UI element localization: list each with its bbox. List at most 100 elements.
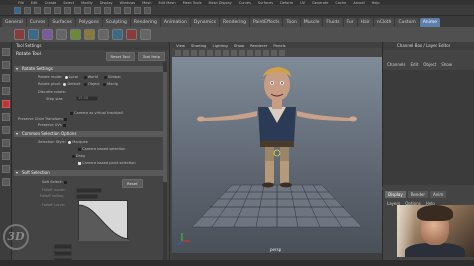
camera-select-icon[interactable] xyxy=(175,49,181,56)
shelf-tool-icon[interactable] xyxy=(84,29,95,40)
isolate-select-icon[interactable] xyxy=(279,49,285,56)
shelf-tab-rendering[interactable]: Rendering xyxy=(220,18,250,27)
menu-uv[interactable]: UV xyxy=(300,1,305,5)
shelf-tab-surfaces[interactable]: Surfaces xyxy=(49,18,75,27)
falloff-radius-field[interactable] xyxy=(76,194,98,199)
shelf-tab-dynamics[interactable]: Dynamics xyxy=(190,18,220,27)
camera-trackball-checkbox[interactable] xyxy=(70,111,73,115)
menu-generate[interactable]: Generate xyxy=(312,1,328,5)
shelf-tab-general[interactable]: General xyxy=(2,18,26,27)
shadows-icon[interactable] xyxy=(263,49,269,56)
radio-gimbal[interactable] xyxy=(103,75,107,79)
tab-display[interactable]: Display xyxy=(385,191,406,198)
shelf-tab-toon[interactable]: Toon xyxy=(283,18,300,27)
shelf-tab-fluids[interactable]: Fluids xyxy=(323,18,343,27)
soft-select-checkbox[interactable] xyxy=(63,180,67,184)
wireframe-icon[interactable] xyxy=(231,49,237,56)
radio-local[interactable] xyxy=(64,75,68,79)
select-by-object-icon[interactable] xyxy=(84,6,91,14)
soft-reset-button[interactable]: Reset xyxy=(122,179,143,188)
object-menu[interactable]: Object xyxy=(423,62,436,67)
ipr-render-icon[interactable] xyxy=(144,6,151,14)
shelf-tab-ncloth[interactable]: nCloth xyxy=(373,18,395,27)
redo-icon[interactable] xyxy=(64,6,71,14)
shelf-tab-rendering[interactable]: Rendering xyxy=(130,18,160,27)
shelf-tab-anime[interactable]: Anime xyxy=(419,18,441,27)
lights-icon[interactable] xyxy=(255,49,261,56)
edit-menu[interactable]: Edit xyxy=(411,62,419,67)
save-scene-icon[interactable] xyxy=(44,6,51,14)
viewport-menu-show[interactable]: Show xyxy=(234,43,244,48)
bookmark-icon[interactable] xyxy=(191,49,197,56)
shelf-tool-icon[interactable] xyxy=(70,29,81,40)
select-by-component-icon[interactable] xyxy=(94,6,101,14)
layout-graph-icon[interactable] xyxy=(1,178,10,186)
interpolation-field[interactable] xyxy=(54,244,72,249)
shelf-tool-icon[interactable] xyxy=(140,29,151,40)
shelf-tool-icon[interactable] xyxy=(42,29,53,40)
channels-menu[interactable]: Channels xyxy=(387,62,406,67)
menu-modify[interactable]: Modify xyxy=(81,1,93,5)
film-gate-icon[interactable] xyxy=(215,49,221,56)
radio-manip[interactable] xyxy=(103,82,107,86)
menu-mesh[interactable]: Mesh xyxy=(142,1,151,5)
scale-tool-icon[interactable] xyxy=(1,113,10,121)
shelf-tool-icon[interactable] xyxy=(98,29,109,40)
shelf-tab-custom[interactable]: Custom xyxy=(395,18,419,27)
undo-icon[interactable] xyxy=(54,6,61,14)
section-rotate-settings[interactable]: Rotate Settings xyxy=(14,66,166,72)
layout-outliner-icon[interactable] xyxy=(1,165,10,173)
mode-selector[interactable] xyxy=(14,6,21,14)
menu-deform[interactable]: Deform xyxy=(280,1,293,5)
shelf-tool-icon[interactable] xyxy=(14,29,25,40)
snap-grid-icon[interactable] xyxy=(104,6,111,14)
snap-point-icon[interactable] xyxy=(124,6,131,14)
shelf-tool-icon[interactable] xyxy=(28,29,39,40)
viewport-menu-lighting[interactable]: Lighting xyxy=(212,43,227,48)
menu-cache[interactable]: Cache xyxy=(335,1,346,5)
shelf-tab-hair[interactable]: Hair xyxy=(357,18,373,27)
tool-help-button[interactable]: Tool Help xyxy=(137,52,165,61)
tool-settings-scrollbar[interactable] xyxy=(163,62,167,262)
shelf-tab-curves[interactable]: Curves xyxy=(26,18,49,27)
viewport-menu-view[interactable]: View xyxy=(176,43,185,48)
menu-display[interactable]: Display xyxy=(100,1,113,5)
paint-select-tool-icon[interactable] xyxy=(1,74,10,82)
menu-arnold[interactable]: Arnold xyxy=(353,1,364,5)
shelf-tab-polygons[interactable]: Polygons xyxy=(75,18,102,27)
new-scene-icon[interactable] xyxy=(24,6,31,14)
shelf-tool-icon[interactable] xyxy=(56,29,67,40)
smooth-shade-icon[interactable] xyxy=(239,49,245,56)
lasso-tool-icon[interactable] xyxy=(1,61,10,69)
shelf-tab-painteffects[interactable]: PaintEffects xyxy=(250,18,283,27)
menu-edit[interactable]: Edit xyxy=(31,1,38,5)
last-tool-icon[interactable] xyxy=(1,126,10,134)
xray-icon[interactable] xyxy=(271,49,277,56)
preserve-child-checkbox[interactable] xyxy=(64,117,67,121)
shelf-tool-icon[interactable] xyxy=(126,29,137,40)
tab-render[interactable]: Render xyxy=(407,191,428,198)
select-by-hierarchy-icon[interactable] xyxy=(74,6,81,14)
viewport-menu-renderer[interactable]: Renderer xyxy=(250,43,267,48)
shelf-tab-muscle[interactable]: Muscle xyxy=(300,18,323,27)
perspective-viewport[interactable]: persp xyxy=(172,57,382,253)
falloff-curve-graph[interactable] xyxy=(78,200,130,241)
menu-surfaces[interactable]: Surfaces xyxy=(258,1,273,5)
shelf-tab-fur[interactable]: Fur xyxy=(343,18,357,27)
rotate-manipulator[interactable] xyxy=(273,149,281,157)
image-plane-icon[interactable] xyxy=(199,49,205,56)
layout-single-icon[interactable] xyxy=(1,139,10,147)
menu-help[interactable]: Help xyxy=(372,1,380,5)
section-soft-selection[interactable]: Soft Selection xyxy=(14,170,166,176)
menu-select[interactable]: Select xyxy=(63,1,74,5)
reset-tool-button[interactable]: Reset Tool xyxy=(105,52,135,61)
camera-selection-checkbox[interactable] xyxy=(78,147,81,151)
render-icon[interactable] xyxy=(134,6,141,14)
move-tool-icon[interactable] xyxy=(1,87,10,95)
textured-icon[interactable] xyxy=(247,49,253,56)
menu-mesh-display[interactable]: Mesh Display xyxy=(209,1,232,5)
shelf-tab-sculpting[interactable]: Sculpting xyxy=(102,18,130,27)
grid-toggle-icon[interactable] xyxy=(207,49,213,56)
section-common-selection[interactable]: Common Selection Options xyxy=(14,131,166,137)
selected-value-field[interactable] xyxy=(54,251,72,256)
